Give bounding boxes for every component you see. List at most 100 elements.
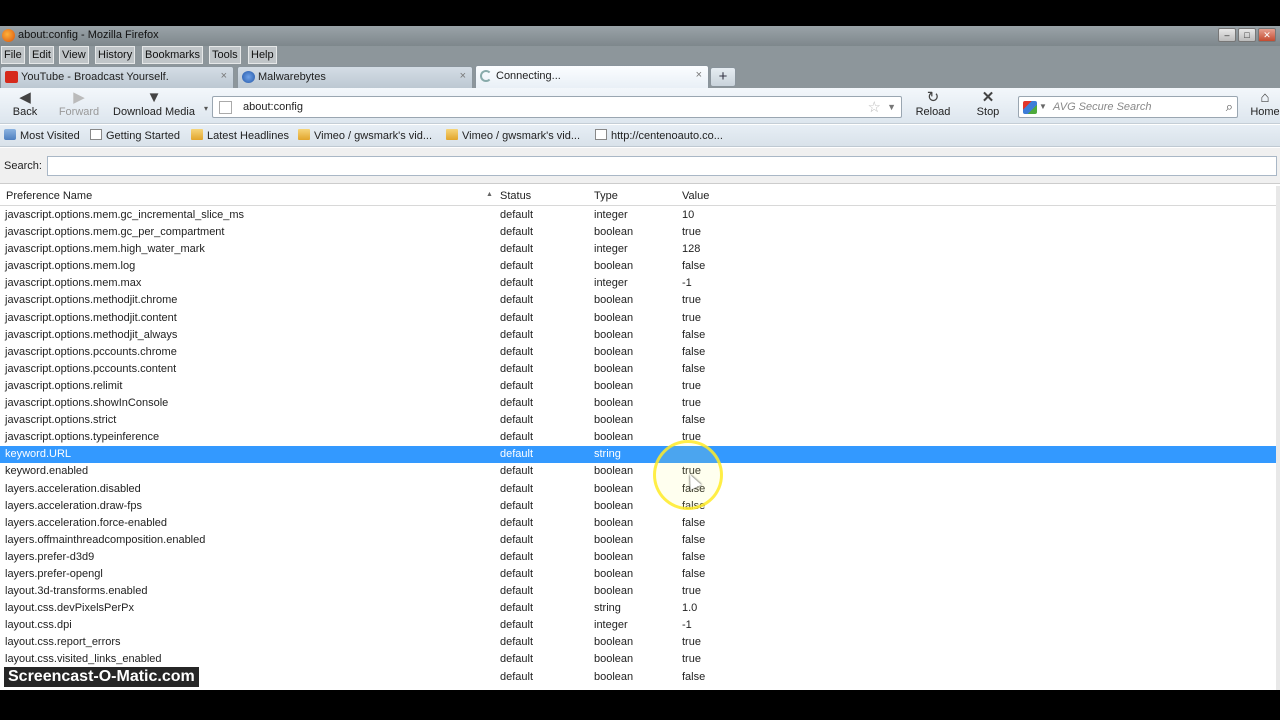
bookmark-centenoauto[interactable]: http://centenoauto.co... [595,129,723,142]
search-engine-dropdown-icon[interactable]: ▼ [1039,102,1047,111]
bookmarks-toolbar: Most Visited Getting Started Latest Head… [0,125,1280,147]
avg-logo-icon[interactable] [1023,101,1037,114]
search-magnifier-icon[interactable]: ⌕ [1226,99,1233,115]
pref-name-cell: layers.prefer-d3d9 [5,550,95,563]
new-tab-button[interactable]: + [710,67,736,87]
youtube-icon [5,71,18,83]
type-cell: boolean [594,260,634,273]
table-row[interactable]: javascript.options.strict default boolean f… [0,412,1276,429]
table-row[interactable]: layers.offmainthreadcomposition.enabled d… [0,532,1276,549]
table-row[interactable]: javascript.options.mem.gc_incremental_sl… [0,207,1276,224]
type-cell: boolean [594,345,634,358]
reload-button[interactable]: ↻ Reload [912,90,954,119]
url-bar[interactable]: about:config ☆ ▼ [212,96,902,118]
menu-bookmarks[interactable]: Bookmarks [142,46,204,64]
type-cell: integer [594,619,628,632]
config-search-row: Search: [0,148,1280,184]
vertical-scrollbar[interactable] [1276,186,1280,690]
home-button[interactable]: ⌂ Home [1250,90,1280,118]
pref-name-cell: javascript.options.mem.high_water_mark [5,243,205,256]
status-cell: default [500,585,534,598]
bookmark-most-visited[interactable]: Most Visited [4,129,80,142]
menu-view[interactable]: View [59,46,89,64]
download-media-button[interactable]: ▼ Download Media ▾ [106,90,208,119]
url-history-dropdown-icon[interactable]: ▼ [887,102,896,112]
table-row[interactable]: layers.acceleration.force-enabled default… [0,515,1276,532]
reload-label: Reload [915,106,951,118]
bookmark-star-icon[interactable]: ☆ [868,98,881,116]
value-cell: false [682,328,706,341]
menu-file[interactable]: File [1,46,25,64]
type-cell: boolean [594,294,634,307]
table-row[interactable]: javascript.options.pccounts.content defau… [0,361,1276,378]
bookmark-label: Vimeo / gwsmark's vid... [462,130,581,142]
pref-name-cell: layers.prefer-opengl [5,567,103,580]
table-row[interactable]: layers.acceleration.disabled default boole… [0,481,1276,498]
table-row[interactable]: layers.prefer-opengl default boolean false [0,566,1276,583]
maximize-icon[interactable]: □ [1238,28,1256,42]
close-tab-icon[interactable]: × [460,70,466,82]
bookmark-vimeo-2[interactable]: Vimeo / gwsmark's vid... [446,129,580,142]
status-cell: default [500,636,534,649]
table-row[interactable]: keyword.URL default string [0,446,1276,464]
table-row[interactable]: javascript.options.typeinference default b… [0,429,1276,446]
stop-button[interactable]: ✕ Stop [972,90,1004,119]
tab-youtube[interactable]: YouTube - Broadcast Yourself. × [0,66,234,88]
chevron-down-icon[interactable]: ▾ [204,104,208,113]
type-cell: integer [594,209,628,221]
bookmark-vimeo-1[interactable]: Vimeo / gwsmark's vid... [298,129,432,142]
column-value[interactable]: Value [682,190,709,202]
close-tab-icon[interactable]: × [221,70,227,82]
table-row[interactable]: layers.acceleration.draw-fps default boole… [0,498,1276,515]
url-input[interactable]: about:config [243,101,303,113]
table-row[interactable]: javascript.options.showInConsole default b… [0,395,1276,412]
table-row[interactable]: layout.css.devPixelsPerPx default string 1.… [0,600,1276,617]
bookmark-label: Latest Headlines [207,130,289,142]
table-row[interactable]: javascript.options.mem.max default integer… [0,275,1276,292]
table-row[interactable]: layout.3d-transforms.enabled default boole… [0,583,1276,600]
pref-name-cell: layout.css.visited_links_enabled [5,653,162,666]
bookmark-latest-headlines[interactable]: Latest Headlines [191,129,289,142]
table-row[interactable]: javascript.options.mem.log default boolean… [0,258,1276,275]
pref-name-cell: javascript.options.pccounts.chrome [5,345,177,358]
bookmark-getting-started[interactable]: Getting Started [90,129,180,142]
table-row[interactable]: layout.css.dpi default integer -1 [0,617,1276,634]
status-cell: default [500,414,534,427]
menu-edit[interactable]: Edit [29,46,54,64]
minimize-icon[interactable]: – [1218,28,1236,42]
status-cell: default [500,619,534,632]
preferences-table: javascript.options.mem.gc_incremental_sl… [0,207,1276,690]
search-input[interactable]: AVG Secure Search [1053,101,1151,113]
close-tab-icon[interactable]: × [696,69,702,81]
back-button[interactable]: ◀ Back [10,90,40,119]
menu-history[interactable]: History [95,46,136,64]
table-row[interactable]: javascript.options.pccounts.chrome defaul… [0,344,1276,361]
table-row[interactable]: layout.css.report_errors default boolean tr… [0,634,1276,651]
tab-malwarebytes[interactable]: Malwarebytes × [237,66,473,88]
value-cell: 1.0 [682,602,698,615]
site-identity-icon[interactable] [219,101,232,114]
tab-connecting[interactable]: Connecting... × [475,65,709,89]
value-cell: false [682,345,706,358]
menu-help[interactable]: Help [248,46,277,64]
tab-strip: YouTube - Broadcast Yourself. × Malwareb… [0,64,1280,89]
table-row[interactable]: javascript.options.methodjit.content defa… [0,310,1276,327]
tab-label: YouTube - Broadcast Yourself. [21,71,169,83]
search-bar[interactable]: ▼ AVG Secure Search ⌕ [1018,96,1238,118]
config-search-input[interactable] [47,156,1277,176]
column-status[interactable]: Status [500,190,531,202]
forward-button[interactable]: ▶ Forward [56,90,102,119]
table-row[interactable]: javascript.options.relimit default boolean… [0,378,1276,395]
menu-tools[interactable]: Tools [209,46,241,64]
column-type[interactable]: Type [594,190,618,202]
table-row[interactable]: javascript.options.methodjit_always defau… [0,327,1276,344]
column-preference-name[interactable]: Preference Name [6,190,92,202]
table-row[interactable]: javascript.options.mem.gc_per_compartmen… [0,224,1276,241]
navigation-toolbar: ◀ Back ▶ Forward ▼ Download Media ▾ abou… [0,88,1280,124]
close-window-icon[interactable]: ✕ [1258,28,1276,42]
table-row[interactable]: layout.css.visited_links_enabled default b… [0,651,1276,668]
table-row[interactable]: javascript.options.methodjit.chrome defau… [0,292,1276,309]
table-row[interactable]: javascript.options.mem.high_water_mark de… [0,241,1276,258]
table-row[interactable]: keyword.enabled default boolean true [0,463,1276,480]
table-row[interactable]: layers.prefer-d3d9 default boolean false [0,549,1276,566]
